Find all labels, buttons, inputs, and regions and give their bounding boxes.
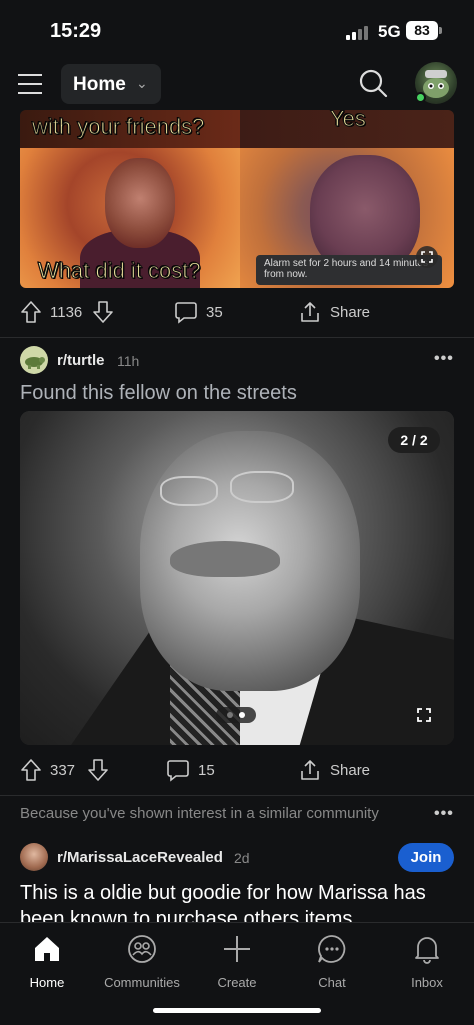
post-header: r/turtle 11h ••• — [0, 346, 474, 382]
post-divider — [0, 795, 474, 796]
tab-inbox[interactable]: Inbox — [382, 931, 472, 990]
meme-caption: Yes — [330, 110, 367, 132]
comment-count: 35 — [206, 303, 223, 321]
vote-controls: 337 — [20, 750, 109, 790]
comment-icon — [167, 760, 189, 782]
subreddit-avatar[interactable] — [20, 843, 48, 871]
status-time: 15:29 — [50, 20, 102, 42]
subreddit-name[interactable]: r/turtle — [57, 352, 105, 369]
post-actions: 1136 35 Share — [0, 292, 474, 332]
vote-controls: 1136 — [20, 292, 114, 332]
communities-icon — [128, 935, 156, 963]
post-title[interactable]: Found this fellow on the streets — [20, 382, 297, 405]
recommendation-reason: Because you've shown interest in a simil… — [20, 805, 379, 822]
vote-count: 337 — [50, 761, 76, 779]
tab-home[interactable]: Home — [2, 931, 92, 990]
share-button[interactable]: Share — [298, 292, 370, 332]
battery-icon: 83 — [406, 21, 438, 40]
tab-chat[interactable]: Chat — [287, 931, 377, 990]
join-button[interactable]: Join — [398, 843, 454, 872]
tab-label: Chat — [318, 975, 346, 990]
upvote-icon[interactable] — [20, 758, 42, 782]
post-divider — [0, 337, 474, 338]
chevron-down-icon: ⌄ — [136, 75, 148, 91]
plus-icon — [224, 936, 250, 962]
bell-icon — [415, 937, 439, 964]
menu-icon[interactable] — [18, 74, 42, 94]
post-age: 11h — [117, 353, 140, 369]
comments-button[interactable]: 35 — [174, 292, 223, 332]
feed-selector-label: Home — [73, 74, 126, 95]
tab-label: Create — [217, 975, 257, 990]
tab-create[interactable]: Create — [192, 931, 282, 990]
status-bar: 15:29 5G 83 — [0, 0, 474, 60]
more-options-icon[interactable]: ••• — [434, 805, 454, 823]
comment-icon — [175, 302, 197, 324]
share-icon — [301, 760, 319, 780]
subreddit-avatar[interactable] — [20, 346, 48, 374]
more-options-icon[interactable]: ••• — [434, 350, 454, 368]
share-label: Share — [330, 761, 371, 779]
feed-selector[interactable]: Home ⌄ — [61, 64, 161, 104]
chat-icon — [318, 935, 346, 963]
subreddit-name[interactable]: r/MarissaLaceRevealed — [57, 849, 223, 866]
comments-button[interactable]: 15 — [166, 750, 215, 790]
expand-icon[interactable] — [416, 246, 438, 268]
alarm-toast: Alarm set for 2 hours and 14 minutes fro… — [256, 255, 442, 285]
meme-caption: with your friends? — [31, 114, 205, 140]
post-actions: 337 15 Share — [0, 750, 474, 790]
gallery-pager[interactable] — [216, 707, 256, 723]
cellular-signal-icon — [346, 24, 372, 40]
upvote-icon[interactable] — [20, 300, 42, 324]
post-age: 2d — [234, 850, 250, 866]
downvote-icon[interactable] — [87, 758, 109, 782]
tab-label: Inbox — [411, 975, 443, 990]
vote-count: 1136 — [50, 303, 83, 321]
downvote-icon[interactable] — [92, 300, 114, 324]
top-nav: Home ⌄ — [0, 60, 474, 110]
search-icon[interactable] — [358, 68, 388, 98]
comment-count: 15 — [198, 761, 215, 779]
online-status-dot — [415, 92, 426, 103]
tab-label: Communities — [104, 975, 180, 990]
home-icon — [35, 937, 59, 961]
tab-communities[interactable]: Communities — [97, 931, 187, 990]
tab-label: Home — [29, 975, 65, 990]
gallery-counter: 2 / 2 — [388, 427, 440, 453]
share-button[interactable]: Share — [298, 750, 370, 790]
network-type: 5G — [378, 22, 401, 41]
home-indicator[interactable] — [153, 1008, 321, 1013]
meme-caption: What did it cost? — [38, 258, 202, 284]
post-image[interactable]: 2 / 2 — [20, 411, 454, 745]
expand-icon[interactable] — [412, 703, 436, 727]
share-label: Share — [330, 303, 371, 321]
turtle-icon — [25, 357, 45, 369]
battery-tip — [439, 27, 442, 34]
share-icon — [301, 302, 319, 322]
